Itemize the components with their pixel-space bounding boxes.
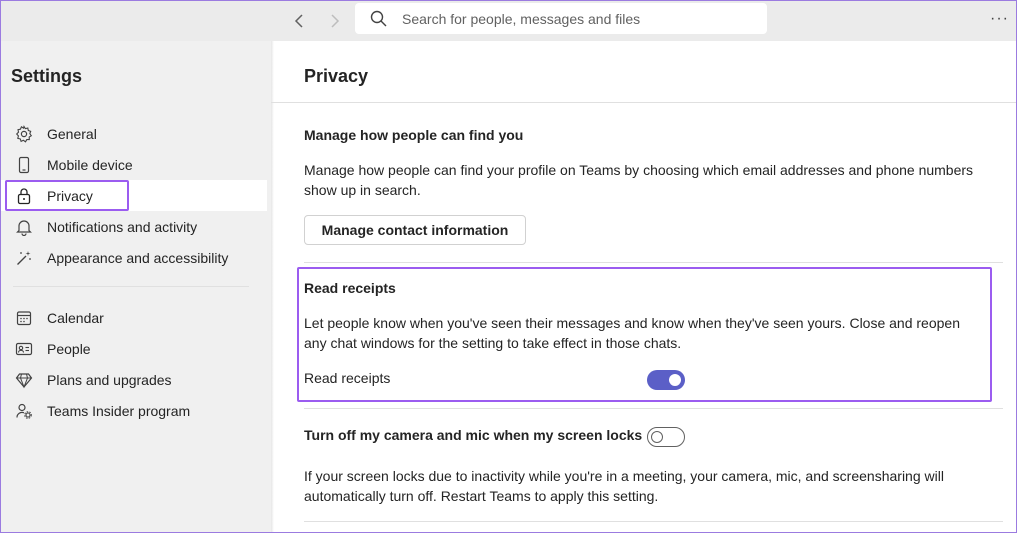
sidebar-item-people[interactable]: People xyxy=(1,333,267,364)
search-icon xyxy=(370,10,387,27)
sidebar-item-general[interactable]: General xyxy=(1,118,267,149)
section-divider xyxy=(304,521,1003,522)
sidebar-item-label: People xyxy=(47,340,91,357)
calendar-icon xyxy=(15,309,33,327)
chevron-left-icon xyxy=(294,14,303,28)
phone-icon xyxy=(15,156,33,174)
section-divider xyxy=(304,408,1003,409)
read-receipts-highlight-box xyxy=(297,267,992,402)
sidebar-item-insider[interactable]: Teams Insider program xyxy=(1,395,267,426)
sidebar-item-label: Notifications and activity xyxy=(47,218,198,235)
forward-button[interactable] xyxy=(323,10,345,32)
find-you-description: Manage how people can find your profile … xyxy=(304,162,974,198)
privacy-highlight-box xyxy=(5,180,129,211)
sidebar-item-appearance[interactable]: Appearance and accessibility xyxy=(1,242,267,273)
sidebar-item-label: Appearance and accessibility xyxy=(47,249,229,266)
page-title: Privacy xyxy=(304,66,369,86)
back-button[interactable] xyxy=(289,10,311,32)
camera-mic-description: If your screen locks due to inactivity w… xyxy=(304,468,944,504)
camera-mic-toggle[interactable] xyxy=(647,427,685,447)
title-divider xyxy=(271,102,1016,103)
gear-icon xyxy=(15,124,33,143)
find-you-heading: Manage how people can find you xyxy=(304,127,524,143)
contact-card-icon xyxy=(15,340,33,358)
title-bar: Search for people, messages and files ··… xyxy=(1,1,1016,41)
camera-mic-heading: Turn off my camera and mic when my scree… xyxy=(304,427,643,443)
toggle-knob xyxy=(651,431,663,443)
sidebar-item-label: Plans and upgrades xyxy=(47,371,172,388)
sidebar-item-mobile-device[interactable]: Mobile device xyxy=(1,149,267,180)
sidebar-item-label: Mobile device xyxy=(47,156,133,173)
sidebar-title: Settings xyxy=(11,66,83,86)
sidebar-item-notifications[interactable]: Notifications and activity xyxy=(1,211,267,242)
sidebar-item-label: General xyxy=(47,125,97,142)
sidebar-item-label: Calendar xyxy=(47,309,104,326)
sidebar-divider xyxy=(13,286,249,287)
bell-icon xyxy=(15,218,33,236)
more-options-button[interactable]: ··· xyxy=(990,10,1009,28)
search-input[interactable]: Search for people, messages and files xyxy=(355,3,767,34)
settings-sidebar: Settings General Mobile device Privacy N… xyxy=(1,41,271,532)
sidebar-item-plans[interactable]: Plans and upgrades xyxy=(1,364,267,395)
section-divider xyxy=(304,262,1003,263)
sidebar-item-calendar[interactable]: Calendar xyxy=(1,302,267,333)
sidebar-item-label: Teams Insider program xyxy=(47,402,191,419)
person-gear-icon xyxy=(15,402,33,420)
manage-contact-button[interactable]: Manage contact information xyxy=(304,215,526,245)
chevron-right-icon xyxy=(331,14,340,28)
diamond-icon xyxy=(15,371,33,389)
privacy-settings-panel: Privacy Manage how people can find you M… xyxy=(271,41,1016,532)
app-window: Search for people, messages and files ··… xyxy=(0,0,1017,533)
panel-edge xyxy=(271,41,274,532)
wand-icon xyxy=(15,249,33,267)
search-placeholder: Search for people, messages and files xyxy=(402,11,641,27)
